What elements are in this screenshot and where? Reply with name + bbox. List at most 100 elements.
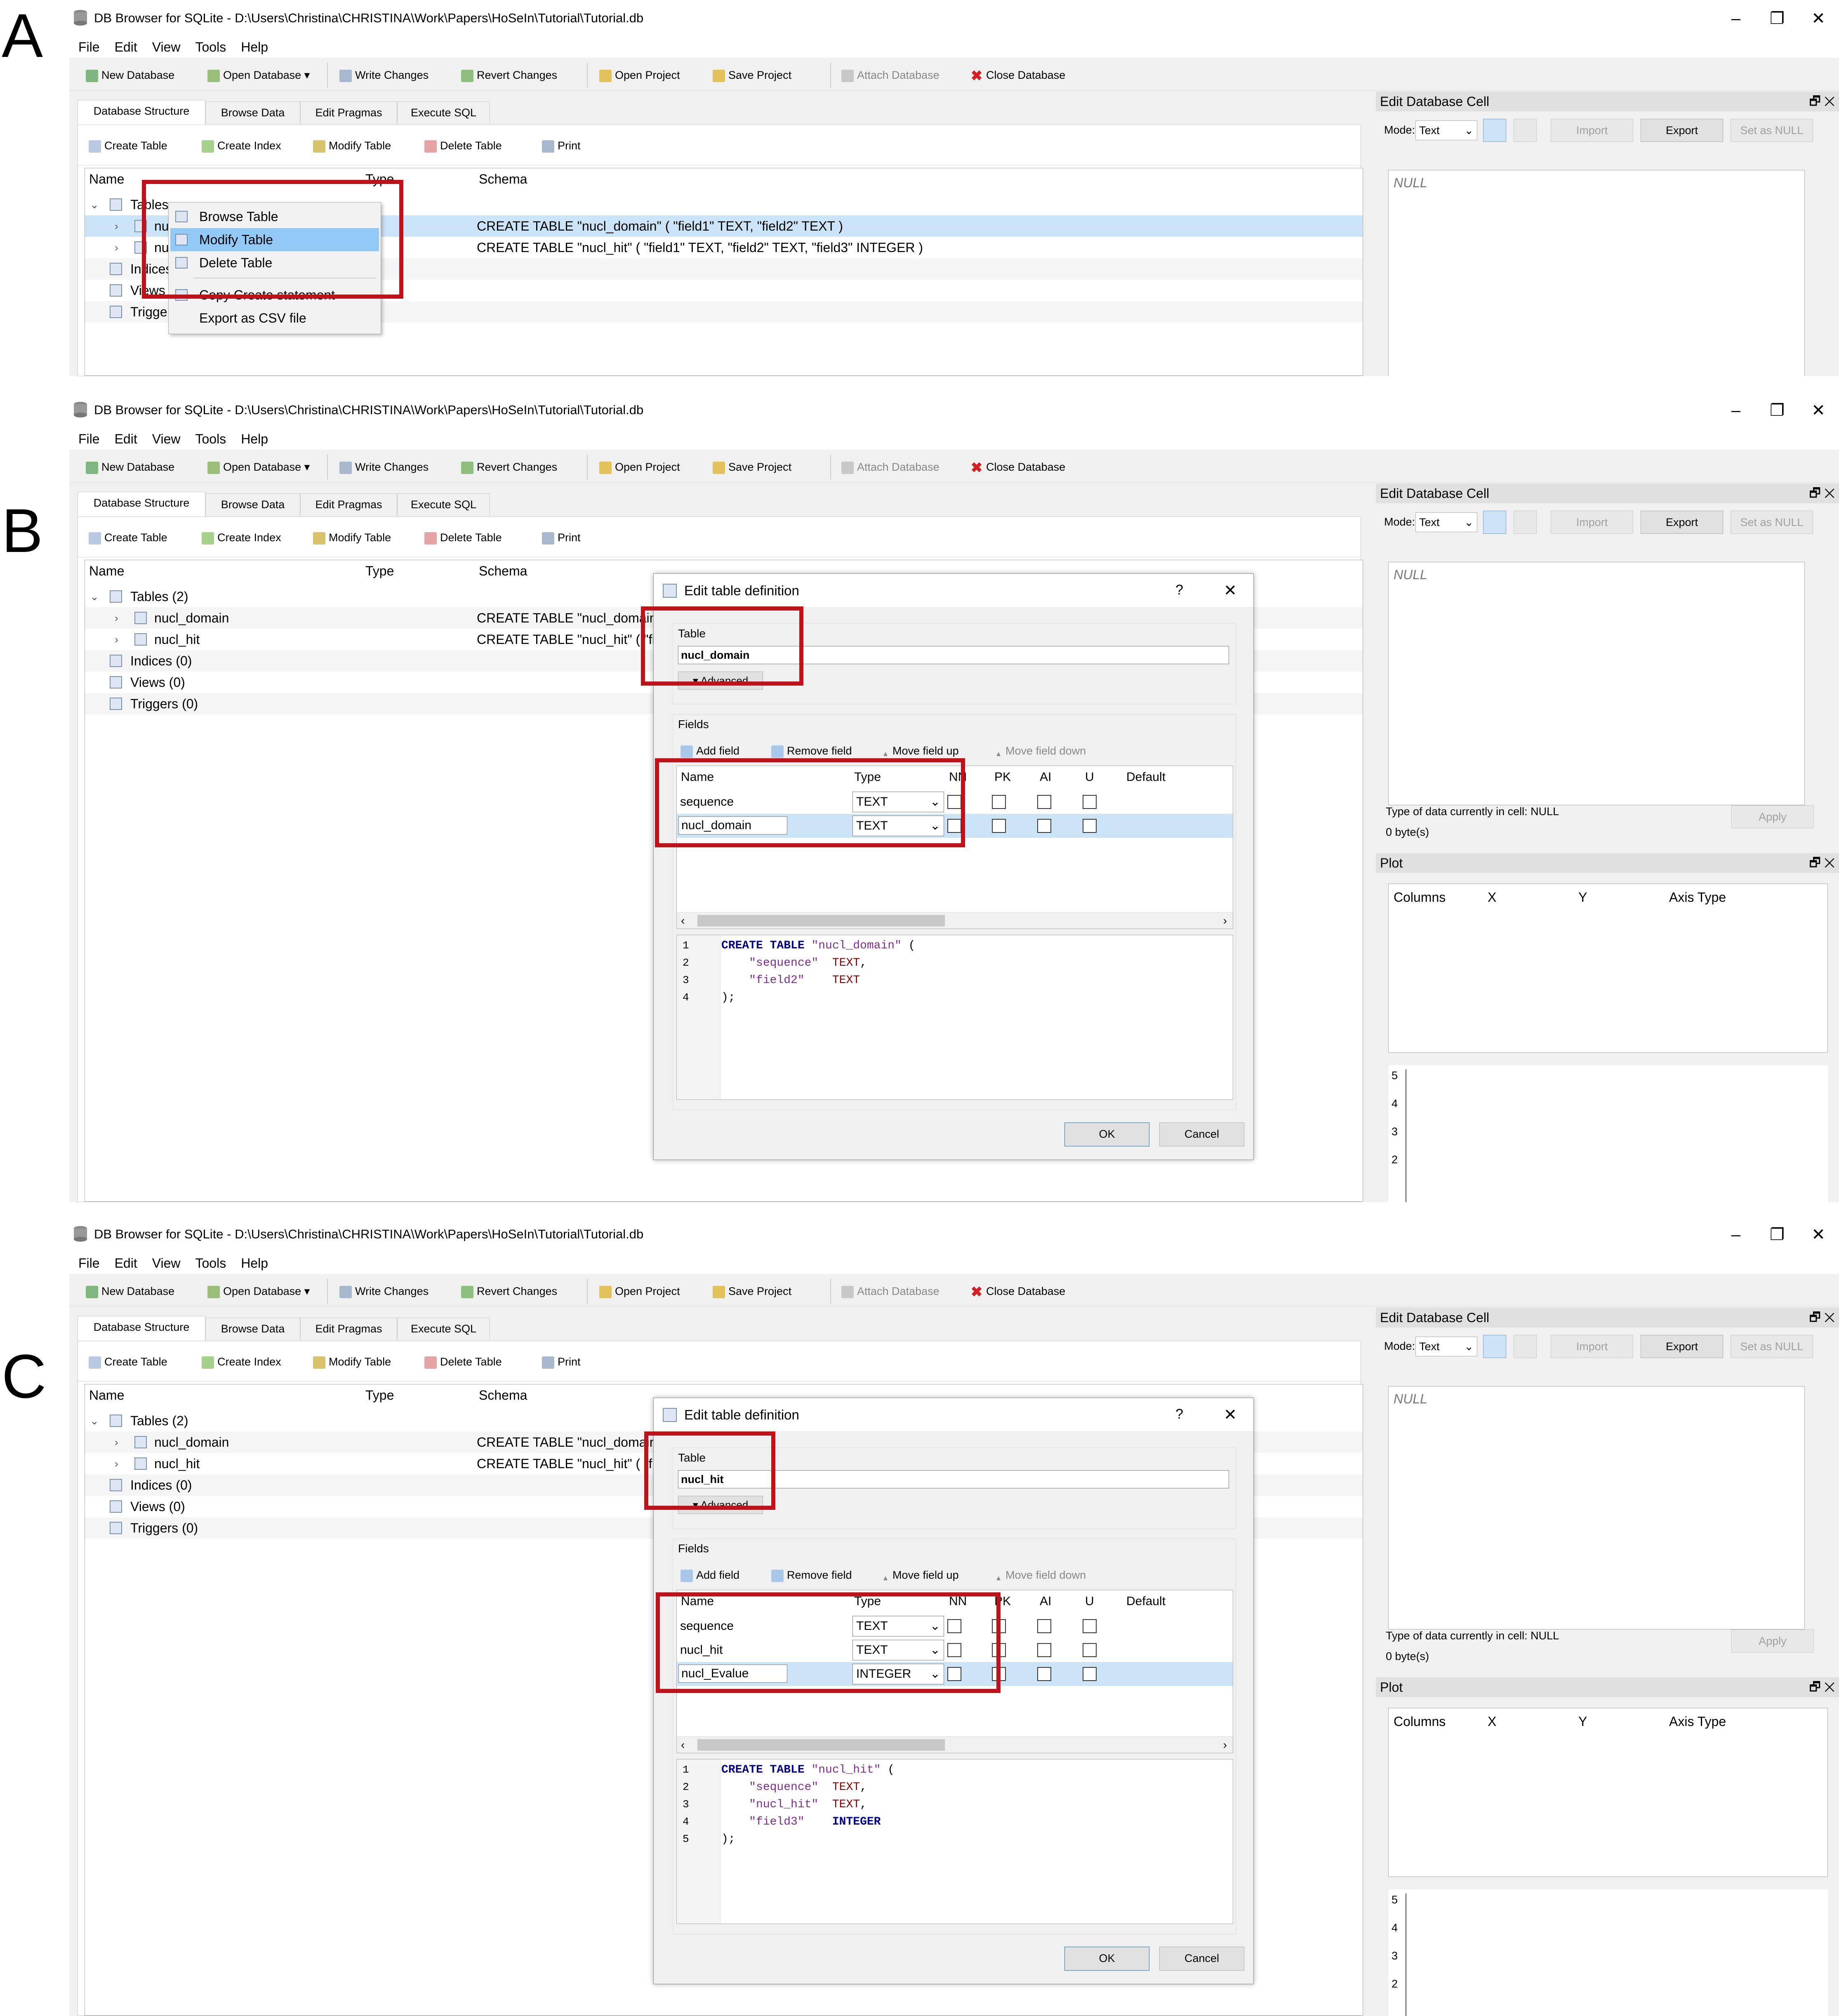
col-header-schema[interactable]: Schema: [479, 172, 527, 187]
scroll-right-icon[interactable]: ›: [1223, 1738, 1227, 1752]
ok-button[interactable]: OK: [1064, 1122, 1149, 1146]
chevron-right-icon[interactable]: ›: [115, 607, 118, 629]
set-null-button[interactable]: Set as NULL: [1731, 119, 1813, 142]
checkbox-ai[interactable]: [1037, 1667, 1051, 1681]
tab-edit-pragmas[interactable]: Edit Pragmas: [300, 101, 397, 124]
menu-tools[interactable]: Tools: [195, 37, 226, 57]
export-button[interactable]: Export: [1641, 511, 1723, 534]
mode-select[interactable]: Text ⌄: [1415, 1337, 1477, 1356]
tab-database-structure[interactable]: Database Structure: [78, 492, 205, 517]
restore-button[interactable]: ❐: [1761, 1220, 1794, 1249]
dock-float-close-icon[interactable]: 🗗 ✕: [1809, 1308, 1835, 1327]
plot-columns-table[interactable]: Columns X Y Axis Type: [1388, 1708, 1828, 1877]
attach-database-button[interactable]: Attach Database: [841, 1283, 940, 1299]
add-field-button[interactable]: Add field: [681, 743, 739, 759]
plot-dock-float-close-icon[interactable]: 🗗 ✕: [1809, 1677, 1835, 1697]
menu-view[interactable]: View: [152, 1253, 181, 1273]
delete-table-button[interactable]: Delete Table: [424, 529, 502, 546]
save-project-button[interactable]: Save Project: [713, 67, 791, 83]
print-button[interactable]: Print: [542, 529, 581, 546]
minimize-button[interactable]: –: [1719, 1220, 1752, 1249]
tab-execute-sql[interactable]: Execute SQL: [397, 493, 490, 516]
checkbox-u[interactable]: [1083, 1667, 1097, 1681]
close-window-button[interactable]: ✕: [1802, 4, 1835, 33]
export-button[interactable]: Export: [1641, 119, 1723, 142]
cancel-button[interactable]: Cancel: [1159, 1122, 1244, 1146]
sql-preview[interactable]: 1 CREATE TABLE "nucl_hit" (2 "sequence" T…: [676, 1759, 1233, 1924]
plot-col-y[interactable]: Y: [1578, 1714, 1587, 1729]
chevron-right-icon[interactable]: ›: [115, 215, 118, 237]
cell-editor[interactable]: NULL: [1388, 1386, 1805, 1629]
horizontal-scrollbar[interactable]: ‹ ›: [677, 1736, 1233, 1753]
modify-table-button[interactable]: Modify Table: [313, 529, 391, 546]
chevron-down-icon[interactable]: ⌄: [90, 194, 99, 215]
sql-preview[interactable]: 1 CREATE TABLE "nucl_domain" (2 "sequence…: [676, 935, 1233, 1100]
delete-table-button[interactable]: Delete Table: [424, 137, 502, 154]
auto-format-button[interactable]: [1483, 511, 1506, 534]
add-field-button[interactable]: Add field: [681, 1567, 739, 1583]
menu-file[interactable]: File: [78, 429, 100, 449]
scroll-left-icon[interactable]: ‹: [681, 914, 685, 927]
menu-file[interactable]: File: [78, 1253, 100, 1273]
chevron-down-icon[interactable]: ⌄: [90, 586, 99, 607]
apply-button[interactable]: Apply: [1731, 1629, 1814, 1653]
tab-edit-pragmas[interactable]: Edit Pragmas: [300, 1318, 397, 1340]
tab-execute-sql[interactable]: Execute SQL: [397, 1318, 490, 1340]
dialog-close-button[interactable]: ✕: [1224, 581, 1237, 600]
plot-dock-float-close-icon[interactable]: 🗗 ✕: [1809, 853, 1835, 873]
dock-float-close-icon[interactable]: 🗗 ✕: [1809, 92, 1835, 111]
help-button[interactable]: ?: [1175, 582, 1183, 598]
set-null-button[interactable]: Set as NULL: [1731, 511, 1813, 534]
mode-select[interactable]: Text ⌄: [1415, 512, 1477, 532]
checkbox-ai[interactable]: [1037, 1643, 1051, 1657]
print-button[interactable]: Print: [542, 1353, 581, 1370]
word-wrap-button[interactable]: [1514, 1335, 1537, 1358]
col-header-schema[interactable]: Schema: [479, 1388, 527, 1403]
plot-col-columns[interactable]: Columns: [1394, 1714, 1446, 1729]
move-field-down-button[interactable]: ▴ Move field down: [996, 1567, 1086, 1583]
close-database-button[interactable]: ✖ Close Database: [970, 459, 1065, 475]
plot-columns-table[interactable]: Columns X Y Axis Type: [1388, 884, 1828, 1053]
tab-database-structure[interactable]: Database Structure: [78, 1316, 205, 1342]
delete-table-button[interactable]: Delete Table: [424, 1353, 502, 1370]
col-ai-header[interactable]: AI: [1040, 1594, 1051, 1608]
menu-tools[interactable]: Tools: [195, 429, 226, 449]
create-table-button[interactable]: Create Table: [89, 137, 167, 154]
write-changes-button[interactable]: Write Changes: [339, 459, 429, 475]
open-project-button[interactable]: Open Project: [599, 1283, 680, 1299]
save-project-button[interactable]: Save Project: [713, 1283, 791, 1299]
ok-button[interactable]: OK: [1064, 1947, 1149, 1971]
menu-edit[interactable]: Edit: [115, 1253, 137, 1273]
checkbox-ai[interactable]: [1037, 1619, 1051, 1633]
word-wrap-button[interactable]: [1514, 119, 1537, 142]
modify-table-button[interactable]: Modify Table: [313, 1353, 391, 1370]
checkbox-ai[interactable]: [1037, 795, 1051, 809]
scroll-right-icon[interactable]: ›: [1223, 914, 1227, 927]
checkbox-ai[interactable]: [1037, 819, 1051, 833]
plot-col-columns[interactable]: Columns: [1394, 890, 1446, 905]
create-index-button[interactable]: Create Index: [202, 137, 281, 154]
open-database-button[interactable]: Open Database ▾: [207, 459, 310, 475]
col-header-schema[interactable]: Schema: [479, 564, 527, 579]
col-ai-header[interactable]: AI: [1040, 770, 1051, 784]
restore-button[interactable]: ❐: [1761, 4, 1794, 33]
cell-editor[interactable]: NULL: [1388, 170, 1805, 376]
menu-help[interactable]: Help: [241, 1253, 268, 1273]
col-header-name[interactable]: Name: [89, 1388, 124, 1403]
menu-tools[interactable]: Tools: [195, 1253, 226, 1273]
new-database-button[interactable]: New Database: [86, 67, 174, 83]
remove-field-button[interactable]: Remove field: [771, 743, 852, 759]
restore-button[interactable]: ❐: [1761, 396, 1794, 425]
menu-help[interactable]: Help: [241, 37, 268, 57]
tab-browse-data[interactable]: Browse Data: [205, 493, 300, 516]
plot-col-axis-type[interactable]: Axis Type: [1669, 1714, 1726, 1729]
menu-file[interactable]: File: [78, 37, 100, 57]
checkbox-pk[interactable]: [992, 819, 1006, 833]
chevron-right-icon[interactable]: ›: [115, 237, 118, 258]
minimize-button[interactable]: –: [1719, 396, 1752, 425]
plot-area[interactable]: 5 4 3 2: [1388, 1065, 1828, 1202]
import-button[interactable]: Import: [1551, 119, 1633, 142]
auto-format-button[interactable]: [1483, 119, 1506, 142]
close-database-button[interactable]: ✖ Close Database: [970, 1283, 1065, 1299]
attach-database-button[interactable]: Attach Database: [841, 67, 940, 83]
